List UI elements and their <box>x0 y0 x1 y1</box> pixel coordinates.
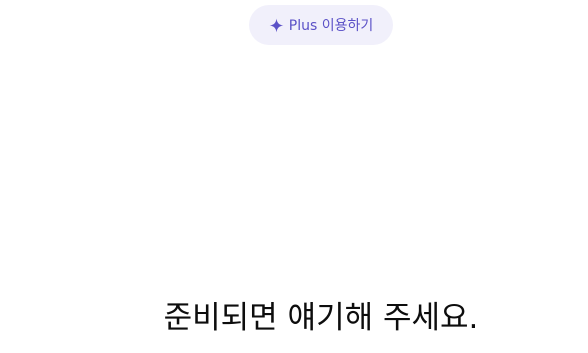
prompt-heading: 준비되면 얘기해 주세요. <box>163 300 479 336</box>
sparkle-icon <box>269 18 284 33</box>
plus-upgrade-label: Plus 이용하기 <box>288 18 374 34</box>
plus-upgrade-button[interactable]: Plus 이용하기 <box>249 5 393 45</box>
